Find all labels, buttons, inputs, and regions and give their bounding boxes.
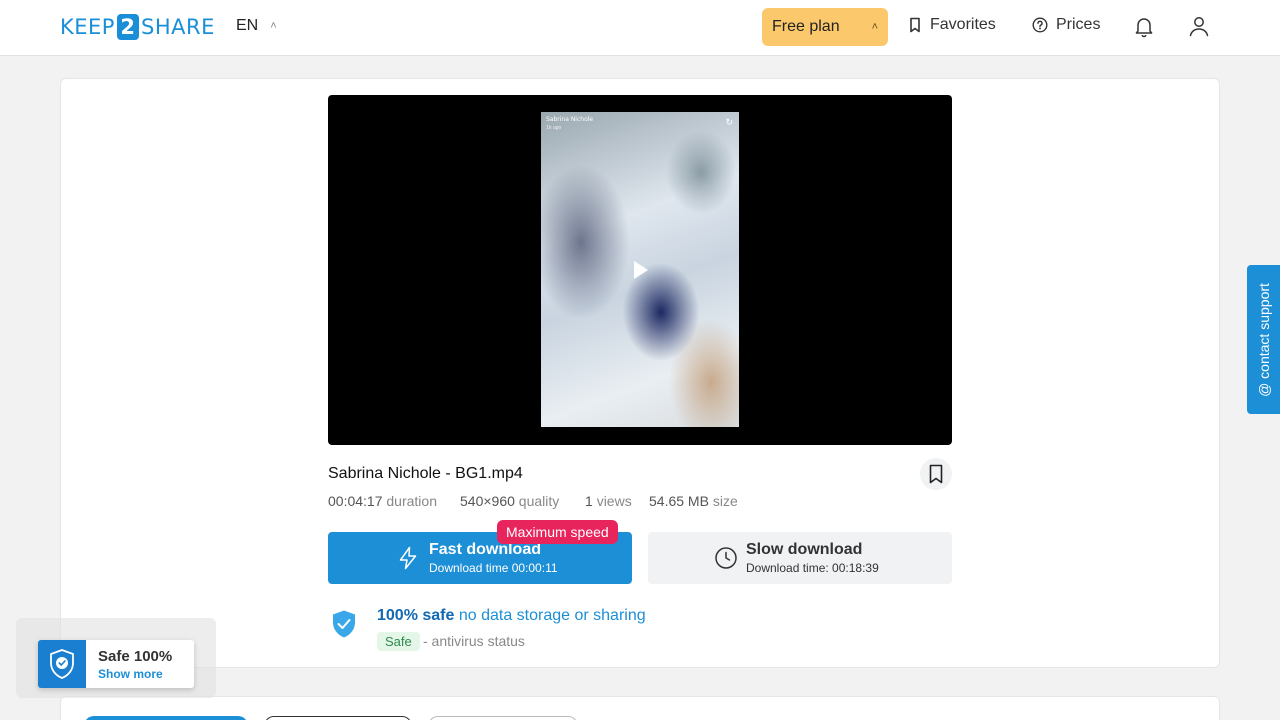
top-header: KEEP 2 SHARE EN ˄ Free plan ˄ Favorites … xyxy=(0,0,1280,56)
file-name: Sabrina Nichole - BG1.mp4 xyxy=(328,465,523,482)
language-selector[interactable]: EN ˄ xyxy=(236,17,277,35)
safe-status-badge: Safe xyxy=(377,632,420,651)
safe-widget-title: Safe 100% xyxy=(98,648,173,665)
safety-strong: 100% safe xyxy=(377,607,455,624)
bell-icon xyxy=(1135,18,1153,38)
free-plan-dropdown[interactable]: Free plan ˄ xyxy=(762,8,888,46)
logo-text-right: SHARE xyxy=(140,15,215,39)
video-overlay-title: Sabrina Nichole xyxy=(546,116,594,123)
shield-check-icon xyxy=(333,610,355,638)
maximum-speed-badge: Maximum speed xyxy=(497,520,618,544)
show-more-link[interactable]: Show more xyxy=(98,667,163,681)
bookmark-icon xyxy=(910,17,920,33)
duration-value: 00:04:17 xyxy=(328,493,383,509)
meta-views: 1 views xyxy=(585,493,632,509)
keep2share-logo[interactable]: KEEP 2 SHARE xyxy=(60,13,215,41)
play-icon[interactable] xyxy=(634,261,648,279)
fast-download-time: Download time 00:00:11 xyxy=(429,561,558,575)
account-button[interactable] xyxy=(1187,14,1213,40)
tab-pill[interactable] xyxy=(264,716,412,720)
antivirus-status-label: - antivirus status xyxy=(423,633,525,649)
slow-download-time: Download time: 00:18:39 xyxy=(746,561,879,575)
safe-widget-badge xyxy=(38,640,86,688)
favorites-label: Favorites xyxy=(930,16,996,33)
logo-badge: 2 xyxy=(116,14,139,40)
tab-pill-active[interactable] xyxy=(84,716,248,720)
prices-link[interactable]: Prices xyxy=(1032,16,1100,34)
quality-label: quality xyxy=(518,493,560,509)
views-label: views xyxy=(596,493,632,509)
size-label: size xyxy=(712,493,738,509)
clock-icon xyxy=(715,547,737,569)
language-label: EN xyxy=(236,17,259,34)
logo-text-left: KEEP xyxy=(60,15,115,39)
tab-pill[interactable] xyxy=(428,716,578,720)
size-value: 54.65 MB xyxy=(649,493,709,509)
lightning-icon xyxy=(399,546,417,570)
video-player[interactable]: Sabrina Nichole 1h ago ↻ xyxy=(328,95,952,445)
notifications-button[interactable] xyxy=(1132,14,1158,40)
bookmark-icon xyxy=(929,464,943,484)
safety-rest: no data storage or sharing xyxy=(458,607,646,624)
refresh-icon: ↻ xyxy=(725,117,733,127)
contact-support-tab[interactable]: @ contact support xyxy=(1247,265,1280,414)
chevron-up-icon: ˄ xyxy=(871,21,878,33)
add-to-favorites-button[interactable] xyxy=(920,458,952,490)
quality-value: 540×960 xyxy=(460,493,515,509)
duration-label: duration xyxy=(386,493,437,509)
contact-support-label: @ contact support xyxy=(1255,282,1272,397)
slow-download-title: Slow download xyxy=(746,541,863,558)
prices-label: Prices xyxy=(1056,16,1101,33)
slow-download-button[interactable]: Slow download Download time: 00:18:39 xyxy=(648,532,952,584)
meta-duration: 00:04:17 duration xyxy=(328,493,437,509)
safety-statement: 100% safe no data storage or sharing xyxy=(377,607,646,625)
views-value: 1 xyxy=(585,493,593,509)
meta-quality: 540×960 quality xyxy=(460,493,559,509)
safe-widget[interactable]: Safe 100% Show more xyxy=(38,640,194,688)
meta-size: 54.65 MB size xyxy=(649,493,738,509)
help-circle-icon xyxy=(1032,17,1048,33)
favorites-link[interactable]: Favorites xyxy=(908,16,996,34)
video-overlay-sub: 1h ago xyxy=(546,125,562,131)
shield-check-icon xyxy=(50,649,74,679)
plan-label: Free plan xyxy=(772,18,840,35)
user-icon xyxy=(1189,17,1209,37)
chevron-up-icon: ˄ xyxy=(270,20,277,32)
